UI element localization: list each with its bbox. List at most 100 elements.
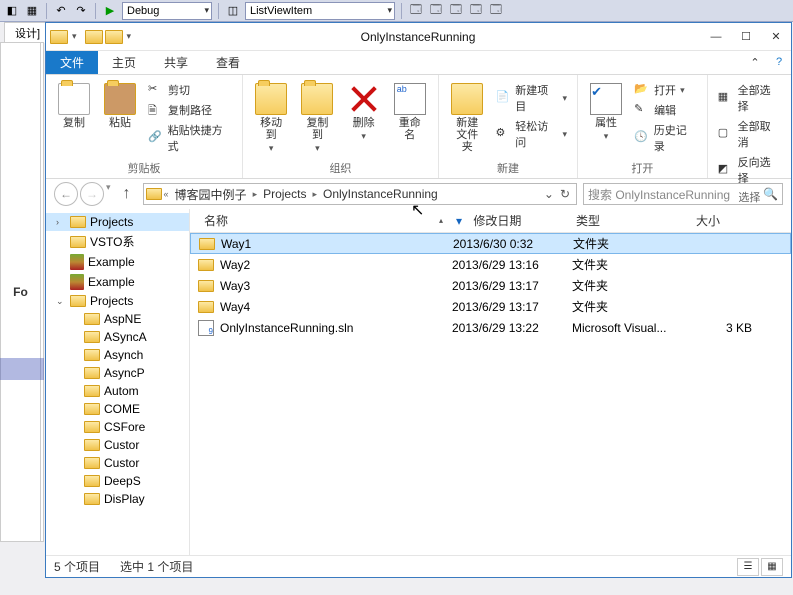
edit-button[interactable]: ✎编辑 (632, 101, 699, 119)
folder-icon (70, 295, 86, 307)
run-icon[interactable]: ▶ (102, 3, 118, 19)
sidebar-item[interactable]: Custor (46, 454, 189, 472)
group-label-organize: 组织 (251, 158, 430, 176)
col-name[interactable]: 名称▴ (190, 212, 450, 229)
expand-icon[interactable]: ⌄ (56, 296, 66, 307)
col-date[interactable]: ▾ 修改日期 (450, 212, 570, 229)
ribbon-expand-icon[interactable]: ⌃ (743, 51, 767, 73)
sidebar-tree[interactable]: ›ProjectsVSTO系ExampleExample⌄ProjectsAsp… (46, 209, 190, 555)
table-row[interactable]: Way22013/6/29 13:16文件夹 (190, 254, 791, 275)
vs-tool-icon[interactable]: ◧ (4, 3, 20, 19)
history-button[interactable]: 🕓历史记录 (632, 121, 699, 155)
close-button[interactable]: ✕ (761, 26, 791, 48)
sidebar-item[interactable]: Asynch (46, 346, 189, 364)
folder-icon (84, 385, 100, 397)
addr-dropdown-icon[interactable]: ⌄ (544, 187, 554, 201)
tab-view[interactable]: 查看 (202, 51, 254, 74)
easy-access-button[interactable]: ⚙轻松访问 (494, 117, 570, 151)
new-item-button[interactable]: 📄新建项目 (494, 81, 570, 115)
chevron-icon[interactable]: « (164, 189, 169, 199)
sidebar-item[interactable]: Custor (46, 436, 189, 454)
sidebar-item[interactable]: Example (46, 252, 189, 272)
table-row[interactable]: OnlyInstanceRunning.sln2013/6/29 13:22Mi… (190, 317, 791, 338)
paste-shortcut-button[interactable]: 🔗粘贴快捷方式 (146, 121, 234, 155)
column-headers: 名称▴ ▾ 修改日期 类型 大小 (190, 209, 791, 233)
file-name: Way1 (221, 237, 251, 251)
copy-to-button[interactable]: 复制到 (297, 81, 337, 156)
up-button[interactable]: ↑ (117, 184, 137, 204)
maximize-button[interactable]: ☐ (731, 26, 761, 48)
file-size: 3 KB (692, 321, 752, 335)
delete-button[interactable]: 删除 (344, 81, 384, 144)
table-row[interactable]: Way12013/6/30 0:32文件夹 (190, 233, 791, 254)
table-row[interactable]: Way42013/6/29 13:17文件夹 (190, 296, 791, 317)
copy-path-button[interactable]: 🗎复制路径 (146, 101, 234, 119)
move-to-button[interactable]: 移动到 (251, 81, 291, 156)
breadcrumb-segment[interactable]: 博客园中例子 (171, 186, 251, 203)
sidebar-item[interactable]: AsyncP (46, 364, 189, 382)
sidebar-item-label: AspNE (104, 312, 141, 326)
item-dropdown[interactable]: ListViewItem (245, 2, 395, 20)
sidebar-item-label: AsyncP (104, 366, 145, 380)
sidebar-item[interactable]: AspNE (46, 310, 189, 328)
sidebar-item[interactable]: ASyncA (46, 328, 189, 346)
qat-button[interactable] (85, 30, 103, 44)
vs-tool-icon[interactable]: 🗔 (448, 3, 464, 19)
sidebar-item[interactable]: COME (46, 400, 189, 418)
back-button[interactable]: ← (54, 182, 78, 206)
new-folder-button[interactable]: 新建 文件夹 (447, 81, 488, 155)
folder-icon (84, 493, 100, 505)
chevron-icon[interactable]: ▸ (312, 189, 317, 200)
qat-overflow-icon[interactable]: ▾ (127, 31, 132, 42)
sidebar-item[interactable]: CSFore (46, 418, 189, 436)
sidebar-item[interactable]: ⌄Projects (46, 292, 189, 310)
vs-tool-icon[interactable]: 🗔 (408, 3, 424, 19)
sidebar-item[interactable]: ›Projects (46, 213, 189, 231)
table-row[interactable]: Way32013/6/29 13:17文件夹 (190, 275, 791, 296)
qat-button[interactable] (105, 30, 123, 44)
col-size[interactable]: 大小 (690, 212, 750, 229)
vs-tool-icon[interactable]: 🗔 (428, 3, 444, 19)
cut-button[interactable]: ✂剪切 (146, 81, 234, 99)
sidebar-item[interactable]: Example (46, 272, 189, 292)
vs-tool-icon[interactable]: ↶ (53, 3, 69, 19)
vs-tool-icon[interactable]: ◫ (225, 3, 241, 19)
sidebar-item[interactable]: Autom (46, 382, 189, 400)
vs-tool-icon[interactable]: 🗔 (488, 3, 504, 19)
forward-button[interactable]: → (80, 182, 104, 206)
vs-tool-icon[interactable]: 🗔 (468, 3, 484, 19)
history-dropdown-icon[interactable]: ▾ (106, 182, 111, 206)
sidebar-item[interactable]: DeepS (46, 472, 189, 490)
rename-button[interactable]: 重命名 (390, 81, 430, 143)
sidebar-item[interactable]: DisPlay (46, 490, 189, 508)
select-all-button[interactable]: ▦全部选择 (716, 81, 783, 115)
paste-button[interactable]: 粘贴 (100, 81, 140, 131)
refresh-icon[interactable]: ↻ (560, 187, 570, 201)
tab-share[interactable]: 共享 (150, 51, 202, 74)
properties-button[interactable]: 属性 (586, 81, 626, 144)
view-icons-button[interactable]: ▦ (761, 558, 783, 576)
breadcrumb-segment[interactable]: OnlyInstanceRunning (319, 187, 442, 201)
vs-tool-icon[interactable]: ▦ (24, 3, 40, 19)
copy-button[interactable]: 复制 (54, 81, 94, 131)
search-input[interactable]: 搜索 OnlyInstanceRunning 🔍 (583, 183, 783, 205)
help-icon[interactable]: ? (767, 51, 791, 73)
chevron-icon[interactable]: ▸ (253, 189, 258, 200)
tab-home[interactable]: 主页 (98, 51, 150, 74)
address-bar[interactable]: « 博客园中例子 ▸ Projects ▸ OnlyInstanceRunnin… (143, 183, 577, 205)
tab-file[interactable]: 文件 (46, 51, 98, 74)
select-none-button[interactable]: ▢全部取消 (716, 117, 783, 151)
breadcrumb-segment[interactable]: Projects (259, 187, 310, 201)
qat-menu-icon[interactable]: ▾ (72, 31, 77, 42)
sidebar-item-label: Example (88, 275, 135, 289)
file-date: 2013/6/29 13:17 (452, 279, 572, 293)
expand-icon[interactable]: › (56, 217, 66, 227)
minimize-button[interactable]: — (701, 26, 731, 48)
config-dropdown[interactable]: Debug (122, 2, 212, 20)
open-button[interactable]: 📂打开 (632, 81, 699, 99)
view-details-button[interactable]: ☰ (737, 558, 759, 576)
col-type[interactable]: 类型 (570, 212, 690, 229)
sidebar-item[interactable]: VSTO系 (46, 231, 189, 252)
vs-tool-icon[interactable]: ↷ (73, 3, 89, 19)
folder-icon (84, 439, 100, 451)
